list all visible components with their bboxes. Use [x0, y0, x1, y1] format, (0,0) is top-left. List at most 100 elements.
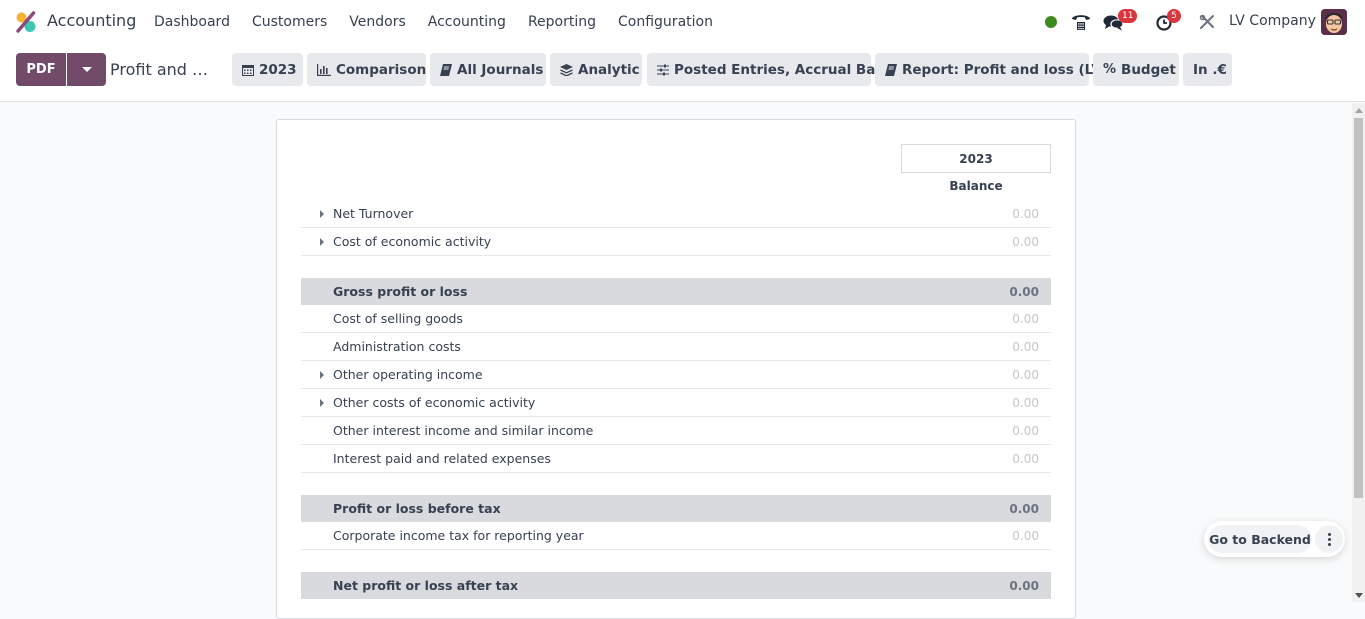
report-line-cost-selling-goods: Cost of selling goods 0.00: [301, 305, 1051, 333]
app-logo-icon[interactable]: [15, 11, 37, 33]
book-icon: [440, 63, 452, 76]
menu-item-dashboard[interactable]: Dashboard: [143, 14, 241, 30]
activities-count-badge: 5: [1167, 9, 1181, 23]
line-label: Interest paid and related expenses: [333, 451, 551, 466]
caret-down-icon: [81, 67, 92, 72]
expand-caret-icon[interactable]: [320, 210, 324, 218]
date-filter-button[interactable]: 2023: [232, 53, 303, 86]
scroll-up-arrow-icon[interactable]: [1355, 108, 1363, 113]
budget-filter-label: Budget: [1121, 61, 1176, 78]
top-navbar: Accounting Dashboard Customers Vendors A…: [0, 0, 1365, 44]
line-label: Cost of economic activity: [333, 234, 492, 249]
bar-chart-icon: [317, 63, 331, 76]
messages-count-badge: 11: [1118, 9, 1138, 23]
line-value[interactable]: 0.00: [1012, 207, 1039, 221]
report-line-interest-paid: Interest paid and related expenses 0.00: [301, 445, 1051, 473]
journals-filter-button[interactable]: All Journals: [430, 53, 546, 86]
scrollbar-thumb[interactable]: [1354, 118, 1363, 498]
expand-caret-icon[interactable]: [320, 399, 324, 407]
expand-caret-icon[interactable]: [320, 238, 324, 246]
app-name[interactable]: Accounting: [47, 11, 136, 30]
book-icon: [885, 63, 897, 76]
total-value: 0.00: [1009, 578, 1039, 593]
website-backend-toolbar: Go to Backend: [1204, 521, 1345, 557]
vertical-scrollbar[interactable]: [1352, 103, 1365, 602]
phone-icon[interactable]: [1070, 11, 1092, 33]
report-variant-label: Report: Profit and loss (LV): [902, 61, 1108, 78]
line-label: Other operating income: [333, 367, 483, 382]
line-value: 0.00: [1012, 451, 1039, 466]
calendar-icon: [242, 64, 254, 76]
report-lines: Net Turnover 0.00 Cost of economic activ…: [301, 200, 1051, 599]
report-line-cost-economic-activity[interactable]: Cost of economic activity 0.00: [301, 228, 1051, 256]
report-content-area: 2023 Balance Net Turnover 0.00 Cost of e…: [0, 103, 1352, 619]
line-value: 0.00: [1012, 423, 1039, 438]
report-line-administration-costs: Administration costs 0.00: [301, 333, 1051, 361]
line-label: Corporate income tax for reporting year: [333, 528, 584, 543]
total-value: 0.00: [1009, 284, 1039, 299]
column-header-period: 2023: [901, 144, 1051, 173]
control-panel: PDF Profit and … 2023 Comparison All Jou…: [0, 44, 1365, 102]
comparison-filter-label: Comparison: [336, 61, 427, 78]
line-value[interactable]: 0.00: [1012, 368, 1039, 382]
menu-item-vendors[interactable]: Vendors: [338, 14, 416, 30]
total-label: Profit or loss before tax: [333, 501, 501, 516]
report-line-other-interest-income: Other interest income and similar income…: [301, 417, 1051, 445]
menu-item-customers[interactable]: Customers: [241, 14, 338, 30]
line-label: Administration costs: [333, 339, 461, 354]
report-variant-button[interactable]: Report: Profit and loss (LV): [875, 53, 1108, 86]
menu-item-accounting[interactable]: Accounting: [417, 14, 517, 30]
report-line-other-costs-economic-activity[interactable]: Other costs of economic activity 0.00: [301, 389, 1051, 417]
percent-icon: %: [1103, 62, 1117, 77]
line-label: Cost of selling goods: [333, 311, 463, 326]
report-sheet: 2023 Balance Net Turnover 0.00 Cost of e…: [276, 119, 1076, 619]
currency-filter-label: In .€: [1193, 61, 1227, 78]
line-label: Net Turnover: [333, 206, 414, 221]
report-line-net-turnover[interactable]: Net Turnover 0.00: [301, 200, 1051, 228]
company-switcher[interactable]: LV Company: [1229, 13, 1316, 29]
export-dropdown-toggle[interactable]: [67, 53, 106, 86]
line-label: Other costs of economic activity: [333, 395, 536, 410]
currency-filter-button[interactable]: In .€: [1183, 53, 1232, 86]
line-value: 0.00: [1012, 528, 1039, 543]
analytic-filter-button[interactable]: Analytic: [550, 53, 642, 86]
expand-caret-icon[interactable]: [320, 371, 324, 379]
line-label: Other interest income and similar income: [333, 423, 594, 438]
report-line-other-operating-income[interactable]: Other operating income 0.00: [301, 361, 1051, 389]
main-menu: Dashboard Customers Vendors Accounting R…: [143, 0, 724, 44]
total-label: Net profit or loss after tax: [333, 578, 519, 593]
line-value[interactable]: 0.00: [1012, 396, 1039, 410]
report-title-breadcrumb: Profit and …: [110, 60, 209, 79]
report-total-net-profit-after-tax: Net profit or loss after tax 0.00: [301, 572, 1051, 599]
line-value[interactable]: 0.00: [1012, 235, 1039, 249]
menu-item-configuration[interactable]: Configuration: [607, 14, 724, 30]
scroll-down-arrow-icon[interactable]: [1355, 593, 1363, 598]
report-total-profit-before-tax: Profit or loss before tax 0.00: [301, 495, 1051, 522]
line-value: 0.00: [1012, 339, 1039, 354]
line-value: 0.00: [1012, 311, 1039, 326]
total-label: Gross profit or loss: [333, 284, 468, 299]
layers-icon: [560, 63, 573, 76]
date-filter-label: 2023: [259, 61, 297, 78]
more-options-icon[interactable]: [1315, 525, 1343, 553]
budget-filter-button[interactable]: % Budget: [1093, 53, 1179, 86]
go-to-backend-button[interactable]: Go to Backend: [1208, 525, 1312, 553]
menu-item-reporting[interactable]: Reporting: [517, 14, 607, 30]
posted-entries-filter-label: Posted Entries, Accrual Basis: [674, 61, 897, 78]
total-value: 0.00: [1009, 501, 1039, 516]
journals-filter-label: All Journals: [457, 61, 544, 78]
column-header-balance: Balance: [949, 179, 1003, 193]
user-avatar[interactable]: [1321, 9, 1347, 35]
pdf-export-button[interactable]: PDF: [16, 53, 66, 86]
posted-entries-filter-button[interactable]: Posted Entries, Accrual Basis: [647, 53, 896, 86]
debug-tools-icon[interactable]: [1196, 11, 1218, 33]
analytic-filter-label: Analytic: [578, 61, 640, 78]
sliders-icon: [657, 64, 669, 76]
online-status-icon[interactable]: [1045, 16, 1057, 28]
report-total-gross-profit: Gross profit or loss 0.00: [301, 278, 1051, 305]
report-line-corporate-income-tax: Corporate income tax for reporting year …: [301, 522, 1051, 550]
comparison-filter-button[interactable]: Comparison: [307, 53, 426, 86]
